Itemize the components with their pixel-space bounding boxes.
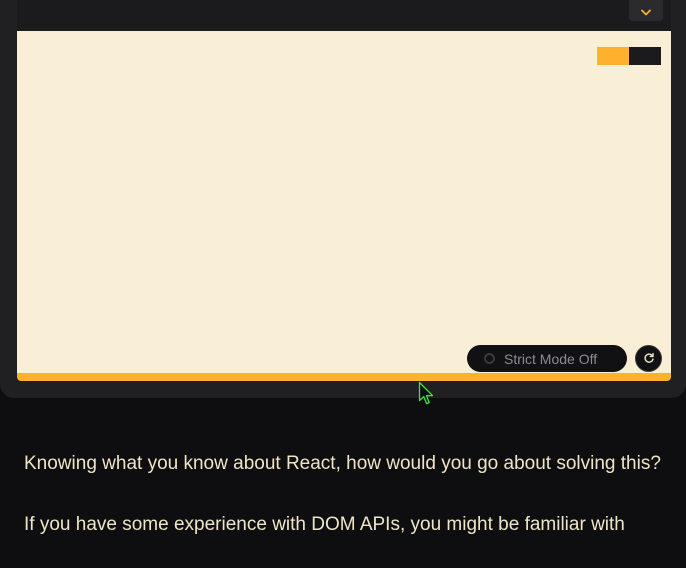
result-preview-pane xyxy=(17,31,671,373)
swatch-dark xyxy=(629,47,661,65)
mouse-pointer-icon xyxy=(418,381,436,407)
swatch-accent xyxy=(597,47,629,65)
playground-toolbar xyxy=(17,0,671,31)
article-body: Knowing what you know about React, how w… xyxy=(24,448,664,540)
code-playground: Strict Mode Off xyxy=(0,0,686,398)
page: Strict Mode Off Knowing what you know ab… xyxy=(0,0,686,568)
article-paragraph: Knowing what you know about React, how w… xyxy=(24,453,661,474)
strict-mode-label: Strict Mode Off xyxy=(504,350,598,367)
toggle-ring-icon xyxy=(484,353,495,364)
expand-dropdown-button[interactable] xyxy=(629,0,663,21)
color-swatch-group xyxy=(597,47,661,65)
refresh-icon xyxy=(643,349,655,368)
article-paragraph: If you have some experience with DOM API… xyxy=(24,514,625,535)
strict-mode-toggle[interactable]: Strict Mode Off xyxy=(467,345,627,372)
chevron-down-icon xyxy=(641,1,651,20)
refresh-button[interactable] xyxy=(635,345,662,372)
preview-accent-bar xyxy=(17,373,671,381)
